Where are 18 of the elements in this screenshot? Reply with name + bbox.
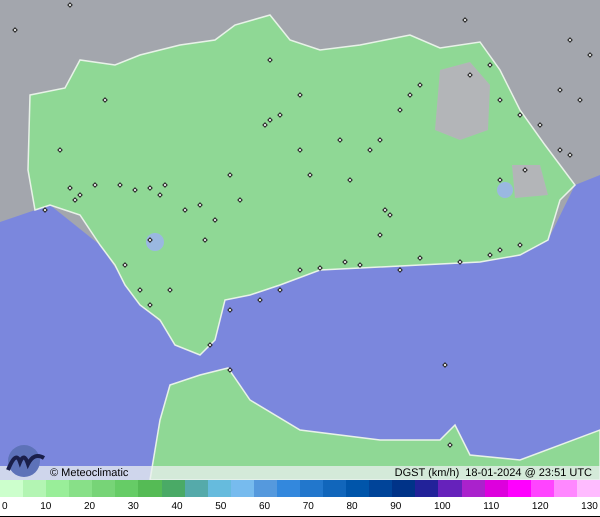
legend-tick-label: 90 [390,500,402,514]
legend-tick-label: 20 [84,500,96,514]
legend-tick-label: 130 [581,500,598,514]
legend-tick-label: 10 [40,500,52,514]
legend-tick-label: 120 [532,500,549,514]
legend-tick-label: 40 [171,500,183,514]
legend-tick-label: 0 [2,500,8,514]
timestamp-text: 18-01-2024 @ 23:51 UTC [465,466,592,480]
legend-tick-label: 100 [434,500,451,514]
variable-label: DGST (km/h) [394,466,460,480]
legend-tick-label: 50 [215,500,226,514]
legend-tick-label: 80 [346,500,358,514]
logo-icon [4,444,48,478]
legend-tick-label: 70 [302,500,314,514]
credit-text: © Meteoclimatic [50,466,128,480]
legend-tick-label: 30 [128,500,139,514]
legend-tick-label: 110 [483,500,500,514]
legend-tick-label: 60 [258,500,270,514]
